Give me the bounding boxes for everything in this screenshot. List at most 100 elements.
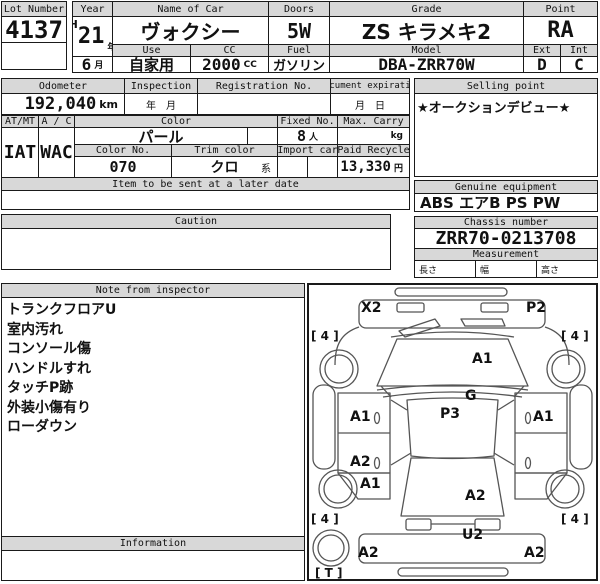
model-value: DBA-ZRR70W xyxy=(329,56,524,73)
registration-value xyxy=(197,93,331,115)
import-car-cell-2 xyxy=(307,156,338,178)
measurement-height: 高さ xyxy=(536,260,598,278)
selling-point-header: Selling point xyxy=(414,78,598,94)
max-carry-value: kg xyxy=(337,127,410,145)
wheel-front-left xyxy=(320,350,358,388)
headlight-right-shape xyxy=(481,303,508,312)
ac-value: WAC xyxy=(38,127,75,178)
taillight-left-shape xyxy=(406,519,431,530)
door-handle-fl xyxy=(375,413,380,424)
selling-point-value: ★オークションデビュー★ xyxy=(414,93,598,177)
front-bumper-shape xyxy=(395,288,507,296)
damage-marker-front-door-right: A1 xyxy=(533,410,554,424)
caution-header: Caution xyxy=(1,214,391,229)
damage-marker-rear-bumper-left: A2 xyxy=(358,546,379,560)
year-header: Year xyxy=(72,1,113,17)
int-value: C xyxy=(560,56,598,73)
trim-color-value: クロ 系 xyxy=(171,156,278,178)
hood-shape xyxy=(359,300,545,328)
month-value: 6月 xyxy=(72,56,113,73)
inspector-note-header: Note from inspector xyxy=(1,283,305,298)
import-car-cell-1 xyxy=(277,156,308,178)
wheel-front-right-inner xyxy=(552,355,580,383)
doc-expiration-header: Document expiration xyxy=(330,78,410,94)
tire-depth-rear-left: [ 4 ] xyxy=(311,512,339,526)
measurement-length: 長さ xyxy=(414,260,476,278)
damage-marker-hood-right: P2 xyxy=(526,301,546,315)
pillar-line-rr xyxy=(494,453,514,465)
inspector-note-line: ハンドルすれ xyxy=(7,360,299,380)
odometer-header: Odometer xyxy=(1,78,125,94)
damage-marker-rear-window: A2 xyxy=(465,489,486,503)
color-value: パール xyxy=(74,127,248,145)
measurement-width: 幅 xyxy=(475,260,537,278)
cc-value: 2000CC xyxy=(190,56,269,73)
spare-tire-inner xyxy=(318,535,344,561)
registration-header: Registration No. xyxy=(197,78,331,94)
color-no-value: 070 xyxy=(74,156,172,178)
lot-number-header: Lot Number xyxy=(1,1,67,17)
wheel-front-left-inner xyxy=(325,355,353,383)
point-header: Point xyxy=(523,1,598,17)
rear-bumper-shape xyxy=(398,568,508,576)
name-of-car-header: Name of Car xyxy=(112,1,269,17)
tire-depth-front-right: [ 4 ] xyxy=(561,329,589,343)
wiper-right-shape xyxy=(461,319,505,326)
wheel-rear-left-inner xyxy=(324,475,352,503)
door-handle-rl xyxy=(375,458,380,469)
damage-diagram-panel: X2 P2 [ 4 ] [ 4 ] A1 G P3 A1 A1 A2 A1 A2… xyxy=(307,283,598,581)
inspection-header: Inspection xyxy=(124,78,198,94)
inspector-note-line: タッチP跡 xyxy=(7,379,299,399)
rear-panel-shape xyxy=(359,534,545,563)
door-handle-fr xyxy=(526,413,531,424)
later-item-header: Item to be sent at a later date xyxy=(1,177,410,191)
inspector-note-body: トランクフロアU 室内汚れ コンソール傷 ハンドルすれ タッチP跡 外装小傷有り… xyxy=(1,297,305,537)
color-empty-cell xyxy=(247,127,278,145)
fuel-value: ガソリン xyxy=(268,56,330,73)
grade-header: Grade xyxy=(329,1,524,17)
lot-number-empty-cell xyxy=(1,42,67,70)
rear-window-shape xyxy=(401,458,504,516)
auction-sheet: Lot Number 4137 Year Name of Car Doors G… xyxy=(0,0,600,584)
inspector-note-line: 外装小傷有り xyxy=(7,399,299,419)
later-item-value xyxy=(1,190,410,210)
damage-marker-front-door-left: A1 xyxy=(350,410,371,424)
lot-number-value: 4137 xyxy=(1,16,67,43)
inspector-note-line: トランクフロアU xyxy=(7,301,299,321)
damage-marker-hood-left: X2 xyxy=(361,301,382,315)
at-mt-value: IAT xyxy=(1,127,39,178)
doc-expiration-value: 月 日 xyxy=(330,93,410,115)
inspector-note-line: コンソール傷 xyxy=(7,340,299,360)
headlight-left-shape xyxy=(397,303,424,312)
pillar-line-mr xyxy=(498,400,514,410)
doors-header: Doors xyxy=(268,1,330,17)
damage-marker-tailgate: U2 xyxy=(462,528,483,542)
ext-value: D xyxy=(523,56,561,73)
rocker-right-shape xyxy=(570,385,592,469)
windshield-shape xyxy=(377,339,528,386)
year-value: H21年 xyxy=(72,16,113,57)
genuine-equipment-header: Genuine equipment xyxy=(414,180,598,194)
wheel-rear-left xyxy=(319,470,357,508)
tire-depth-rear-right: [ 4 ] xyxy=(561,512,589,526)
fixed-no-value: 8人 xyxy=(277,127,338,145)
damage-marker-cowl: G xyxy=(465,389,477,403)
tire-depth-front-left: [ 4 ] xyxy=(311,329,339,343)
damage-marker-windshield: A1 xyxy=(472,352,493,366)
chassis-number-value: ZRR70-0213708 xyxy=(414,228,598,249)
odometer-value: 192,040km xyxy=(1,93,125,115)
pillar-line-rl xyxy=(391,453,411,465)
wheel-front-right xyxy=(547,350,585,388)
cowl-band-line-2 xyxy=(383,392,522,397)
damage-marker-slide-door-left: A2 xyxy=(350,455,371,469)
car-outline-diagram xyxy=(309,285,596,579)
trim-color-suffix: 系 xyxy=(261,160,271,175)
information-value xyxy=(1,550,305,581)
information-header: Information xyxy=(1,536,305,551)
caution-value xyxy=(1,228,391,270)
car-name-value: ヴォクシー xyxy=(112,16,269,45)
grade-value: ZS キラメキ2 xyxy=(329,16,524,45)
damage-marker-roof: P3 xyxy=(440,407,460,421)
spare-tire-marker: [ T ] xyxy=(315,566,343,580)
doors-value: 5W xyxy=(268,16,330,45)
